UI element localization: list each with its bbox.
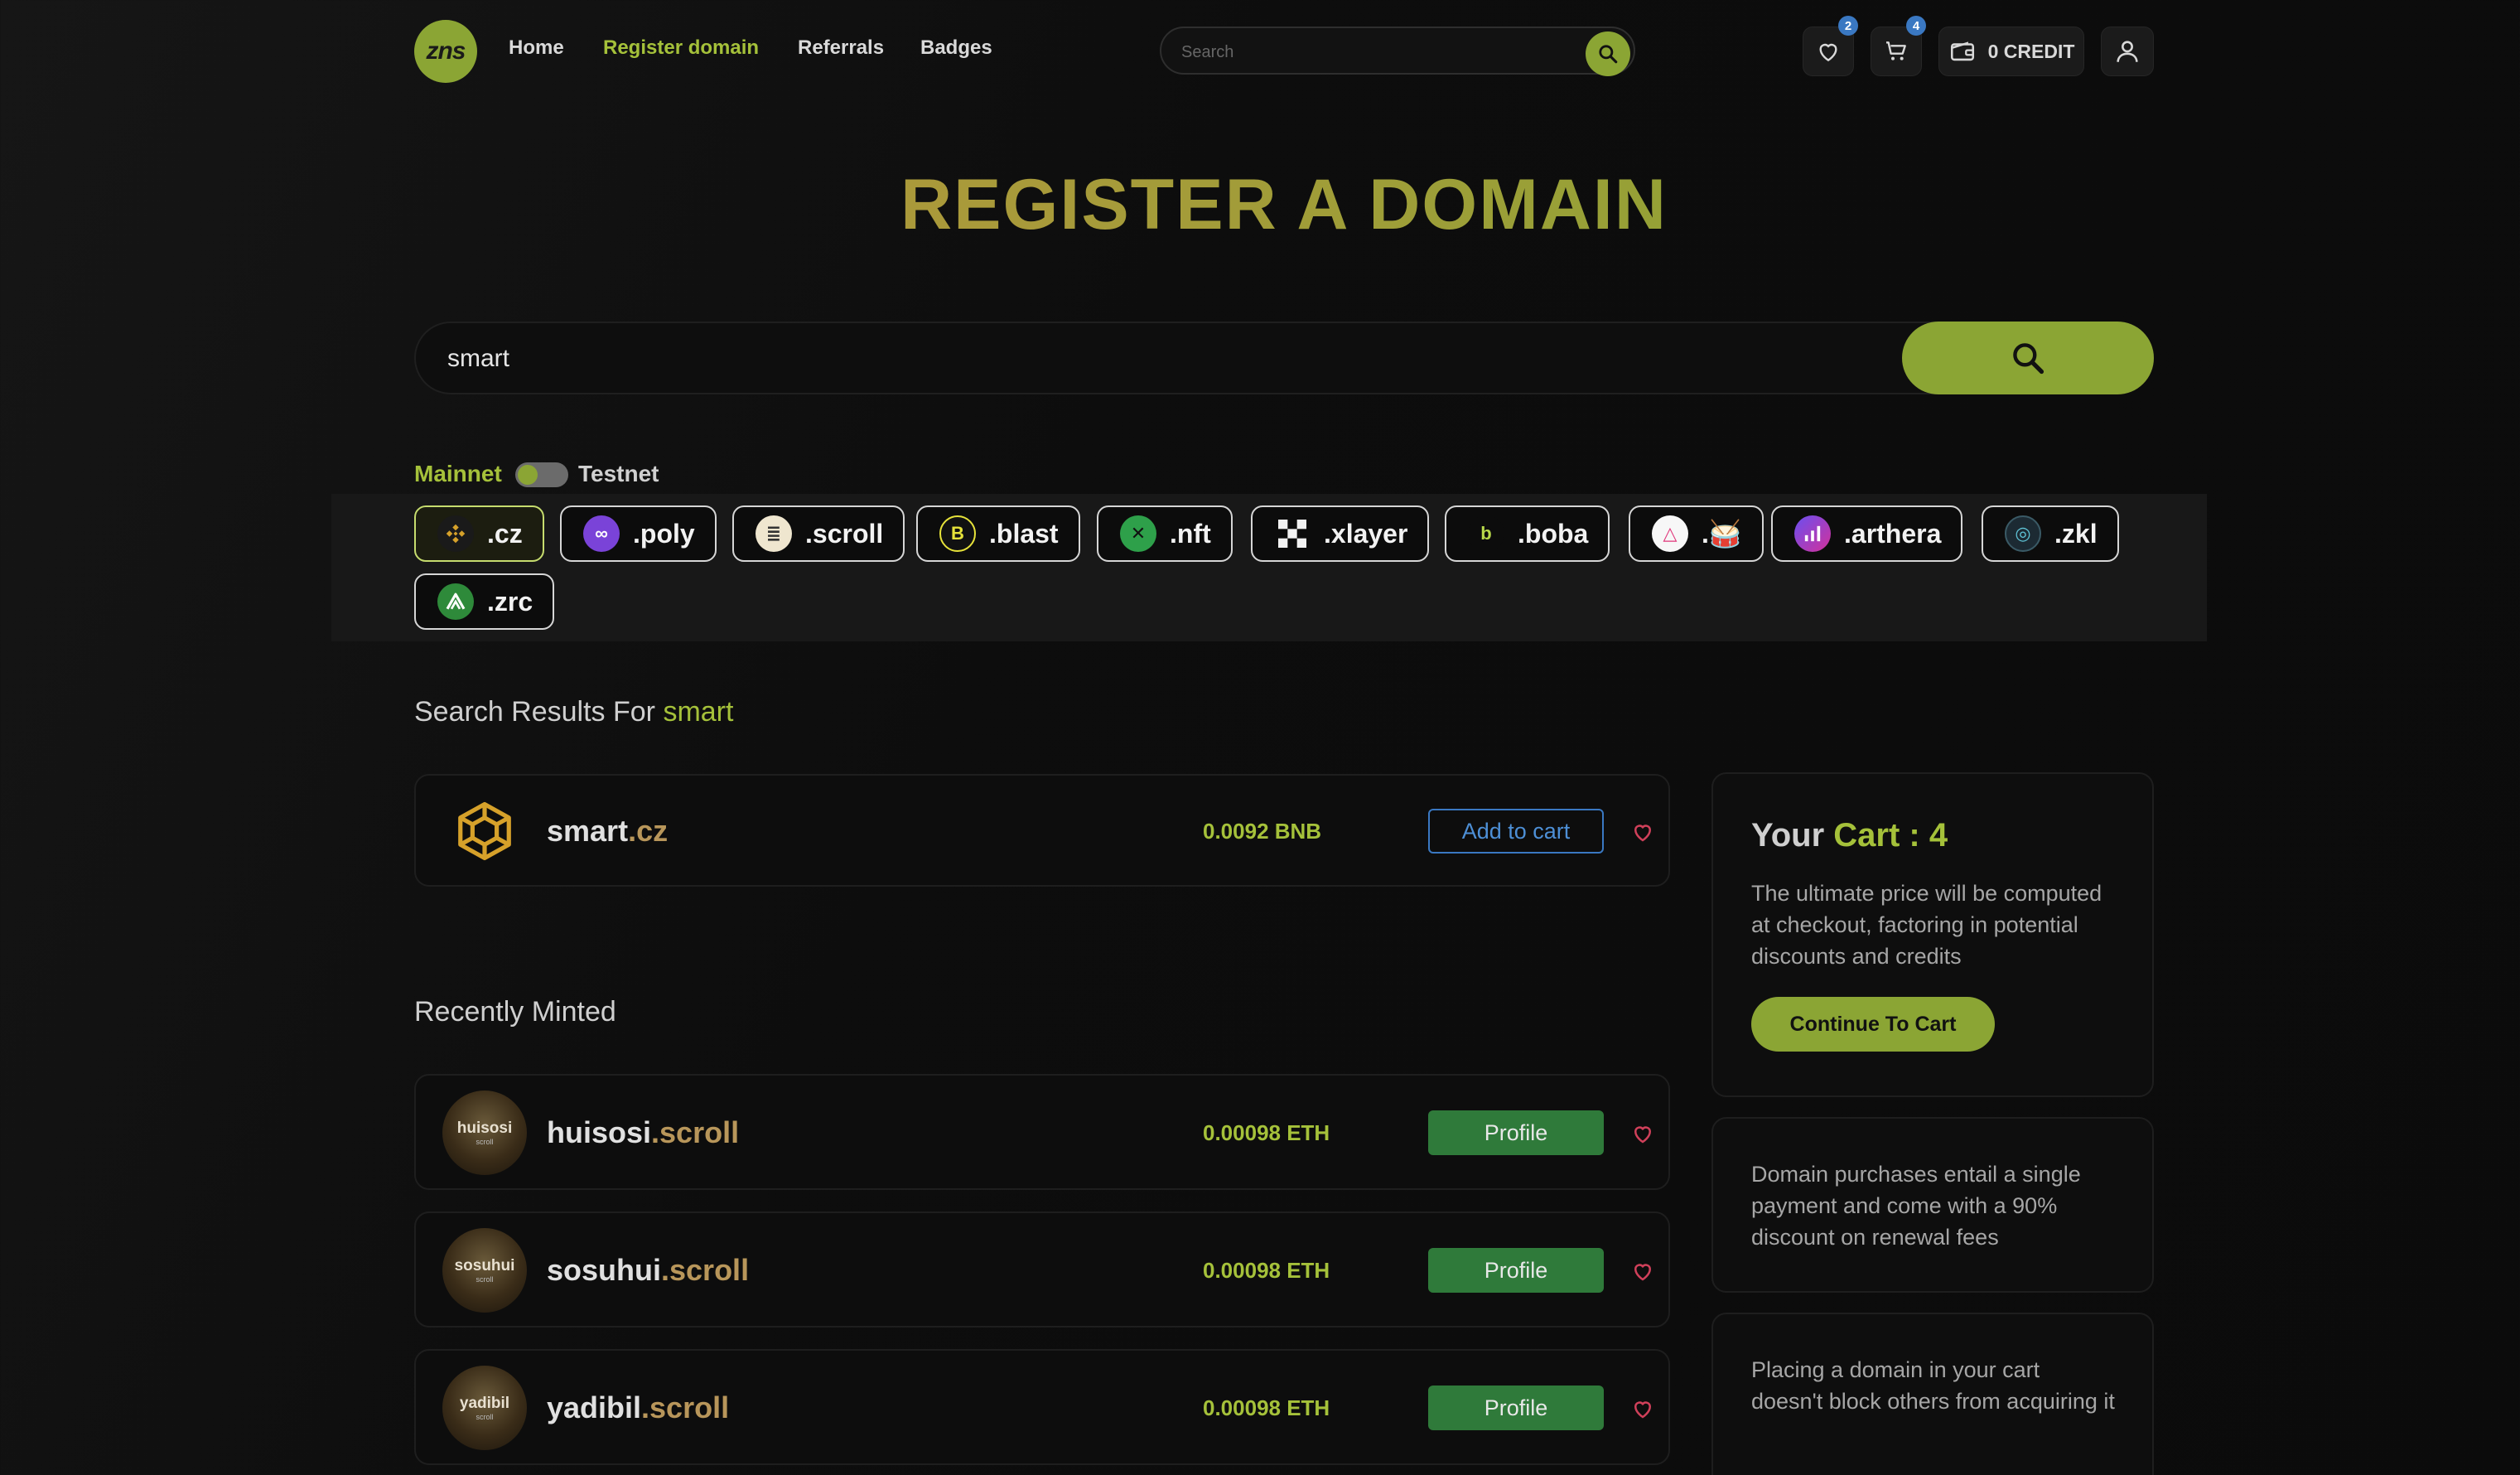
tld-label: .poly: [633, 518, 695, 549]
cart-icon: [1886, 41, 1906, 60]
domain-avatar[interactable]: yadibil scroll: [442, 1366, 527, 1450]
tld-option-cz[interactable]: .cz: [414, 505, 544, 562]
profile-button[interactable]: Profile: [1428, 1248, 1604, 1293]
search-icon: [1599, 45, 1618, 64]
arthera-icon: [1794, 515, 1831, 552]
recent-domain-card: sosuhui scroll sosuhui.scroll 0.00098 ET…: [414, 1211, 1670, 1328]
domain-name[interactable]: yadibil.scroll: [547, 1390, 729, 1425]
tld-label: .cz: [487, 518, 523, 549]
nft-icon: ✕: [1120, 515, 1156, 552]
credit-button[interactable]: 0 CREDIT: [1938, 27, 2084, 76]
polygon-icon: ∞: [583, 515, 620, 552]
cart-title: Your Cart : 4: [1751, 817, 1948, 854]
tld-label: .scroll: [805, 518, 884, 549]
tld-option-blast[interactable]: B .blast: [916, 505, 1080, 562]
tld-label: .nft: [1170, 518, 1211, 549]
heart-icon[interactable]: [1630, 1121, 1655, 1146]
tld-selector: .cz ∞ .poly ≣ .scroll B .blast ✕ .nft .x…: [331, 494, 2207, 641]
search-results-prefix: Search Results For: [414, 696, 655, 728]
heart-icon: [1819, 43, 1837, 62]
domain-name[interactable]: huisosi.scroll: [547, 1115, 739, 1150]
bnb-logo-icon: [442, 789, 527, 873]
taiko-icon: △: [1652, 515, 1688, 552]
info-panel-cart-notice: Placing a domain in your cart doesn't bl…: [1711, 1313, 2154, 1475]
toggle-knob: [518, 465, 538, 485]
tld-option-arthera[interactable]: .arthera: [1771, 505, 1963, 562]
nav-register-domain[interactable]: Register domain: [603, 36, 759, 60]
header-search: [1160, 27, 1635, 76]
tld-option-boba[interactable]: b .boba: [1445, 505, 1610, 562]
account-button[interactable]: [2101, 27, 2154, 76]
add-to-cart-button[interactable]: Add to cart: [1428, 809, 1604, 854]
tld-label: .arthera: [1844, 518, 1942, 549]
tld-option-taiko[interactable]: △ .🥁: [1629, 505, 1764, 562]
zkl-icon: ◎: [2005, 515, 2041, 552]
domain-price: 0.00098 ETH: [1203, 1395, 1330, 1420]
boba-icon: b: [1468, 515, 1504, 552]
recent-domain-card: yadibil scroll yadibil.scroll 0.00098 ET…: [414, 1349, 1670, 1465]
cart-description: The ultimate price will be computed at c…: [1751, 881, 2102, 969]
search-icon: [2013, 343, 2044, 375]
zrc-icon: [437, 583, 474, 620]
credit-label: 0 CREDIT: [1987, 40, 2075, 62]
testnet-label: Testnet: [578, 461, 659, 486]
header-search-button[interactable]: [1586, 31, 1630, 76]
heart-icon[interactable]: [1630, 820, 1655, 844]
cart-count-badge: 4: [1906, 16, 1926, 36]
tld-option-zkl[interactable]: ◎ .zkl: [1982, 505, 2119, 562]
page-title: REGISTER A DOMAIN: [0, 164, 2520, 246]
tld-label: .xlayer: [1324, 518, 1408, 549]
nav-home[interactable]: Home: [509, 36, 564, 60]
tld-label: .🥁: [1702, 519, 1742, 549]
profile-button[interactable]: Profile: [1428, 1386, 1604, 1430]
cart-summary-panel: Your Cart : 4 The ultimate price will be…: [1711, 772, 2154, 1097]
domain-search: [414, 322, 2154, 394]
domain-avatar[interactable]: huisosi scroll: [442, 1091, 527, 1175]
domain-price: 0.00098 ETH: [1203, 1120, 1330, 1145]
tld-option-poly[interactable]: ∞ .poly: [560, 505, 717, 562]
info-panel-renewal: Domain purchases entail a single payment…: [1711, 1117, 2154, 1293]
user-icon: [2117, 41, 2138, 62]
header-search-input[interactable]: [1181, 40, 1562, 65]
tld-label: .boba: [1518, 518, 1589, 549]
tld-label: .zrc: [487, 586, 533, 617]
heart-icon[interactable]: [1630, 1396, 1655, 1421]
domain-price: 0.0092 BNB: [1203, 819, 1322, 844]
recent-domain-card: huisosi scroll huisosi.scroll 0.00098 ET…: [414, 1074, 1670, 1190]
xlayer-icon: [1274, 515, 1311, 552]
info-text: Placing a domain in your cart doesn't bl…: [1751, 1357, 2115, 1414]
blast-icon: B: [939, 515, 976, 552]
info-text: Domain purchases entail a single payment…: [1751, 1162, 2081, 1250]
search-result-card: smart.cz 0.0092 BNB Add to cart: [414, 774, 1670, 887]
tld-option-zrc[interactable]: .zrc: [414, 573, 555, 630]
tld-label: .blast: [989, 518, 1059, 549]
scroll-icon: ≣: [756, 515, 792, 552]
mainnet-label: Mainnet: [414, 461, 502, 486]
tld-label: .zkl: [2054, 518, 2098, 549]
network-toggle[interactable]: [515, 462, 568, 487]
recently-minted-title: Recently Minted: [414, 996, 616, 1028]
wishlist-count-badge: 2: [1838, 16, 1858, 36]
profile-button[interactable]: Profile: [1428, 1110, 1604, 1155]
search-results-title: Search Results For smart: [414, 696, 733, 728]
tld-option-scroll[interactable]: ≣ .scroll: [732, 505, 905, 562]
search-results-query: smart: [663, 696, 734, 728]
tld-option-nft[interactable]: ✕ .nft: [1097, 505, 1233, 562]
cart-button[interactable]: 4: [1871, 16, 1926, 76]
wishlist-button[interactable]: 2: [1803, 16, 1858, 76]
domain-search-button[interactable]: [1902, 322, 2154, 394]
bnb-icon: [437, 515, 474, 552]
nav-referrals[interactable]: Referrals: [798, 36, 884, 60]
logo[interactable]: zns: [414, 20, 477, 83]
domain-avatar[interactable]: sosuhui scroll: [442, 1228, 527, 1313]
heart-icon[interactable]: [1630, 1259, 1655, 1284]
nav-badges[interactable]: Badges: [920, 36, 992, 60]
domain-price: 0.00098 ETH: [1203, 1258, 1330, 1283]
domain-name: smart.cz: [547, 814, 669, 848]
continue-to-cart-button[interactable]: Continue To Cart: [1751, 997, 1995, 1052]
domain-search-input[interactable]: [447, 341, 1856, 376]
tld-option-xlayer[interactable]: .xlayer: [1251, 505, 1430, 562]
wallet-icon: [1950, 41, 1974, 61]
domain-name[interactable]: sosuhui.scroll: [547, 1253, 749, 1288]
